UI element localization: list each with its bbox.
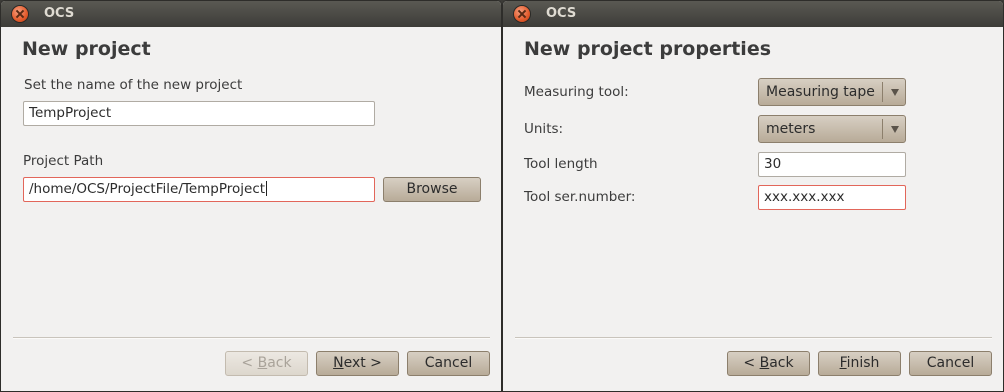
title-bar: OCS: [1, 1, 501, 27]
back-button[interactable]: < Back: [727, 351, 810, 376]
serial-number-value: xxx.xxx.xxx: [764, 189, 845, 205]
window-title: OCS: [546, 6, 577, 21]
tool-length-label: Tool length: [524, 156, 598, 172]
finish-button[interactable]: Finish: [818, 351, 901, 376]
window-title: OCS: [44, 6, 75, 21]
units-select[interactable]: meters: [758, 115, 906, 143]
close-icon[interactable]: [12, 6, 28, 22]
back-prefix: <: [241, 355, 258, 371]
project-properties-window: OCS New project properties Measuring too…: [502, 0, 1004, 392]
finish-mnemonic: F: [839, 355, 847, 371]
next-button[interactable]: Next >: [316, 351, 399, 376]
measuring-tool-label: Measuring tool:: [524, 84, 629, 100]
project-name-input[interactable]: TempProject: [23, 101, 375, 126]
project-path-label: Project Path: [23, 153, 104, 169]
chevron-down-icon: [891, 126, 899, 133]
cancel-button[interactable]: Cancel: [407, 351, 490, 376]
back-rest: ack: [769, 355, 794, 371]
serial-number-label: Tool ser.number:: [524, 189, 636, 205]
close-icon[interactable]: [514, 6, 530, 22]
page-title: New project properties: [524, 38, 772, 60]
tool-length-input[interactable]: 30: [758, 152, 906, 177]
measuring-tool-select[interactable]: Measuring tape: [758, 78, 906, 106]
page-title: New project: [22, 38, 151, 60]
serial-number-input[interactable]: xxx.xxx.xxx: [758, 185, 906, 210]
measuring-tool-value: Measuring tape: [766, 84, 875, 100]
combo-separator: [882, 82, 883, 102]
new-project-window: OCS New project Set the name of the new …: [0, 0, 502, 392]
project-path-input[interactable]: /home/OCS/ProjectFile/TempProject: [23, 177, 375, 202]
project-name-label: Set the name of the new project: [24, 77, 243, 93]
combo-separator: [882, 119, 883, 139]
finish-rest: inish: [846, 355, 880, 371]
next-rest: ext >: [343, 355, 382, 371]
tool-length-value: 30: [764, 156, 782, 172]
title-bar: OCS: [503, 1, 1003, 27]
cancel-button[interactable]: Cancel: [909, 351, 992, 376]
project-name-value: TempProject: [29, 105, 112, 121]
browse-button[interactable]: Browse: [383, 177, 481, 202]
next-mnemonic: N: [333, 355, 344, 371]
back-prefix: <: [743, 355, 760, 371]
back-rest: ack: [267, 355, 292, 371]
units-label: Units:: [524, 121, 564, 137]
units-value: meters: [766, 121, 816, 137]
divider: [515, 337, 992, 339]
back-mnemonic: B: [759, 355, 770, 371]
back-button[interactable]: < Back: [225, 351, 308, 376]
project-path-value: /home/OCS/ProjectFile/TempProject: [29, 181, 266, 197]
divider: [13, 337, 490, 339]
chevron-down-icon: [891, 89, 899, 96]
text-caret: [266, 181, 268, 196]
back-mnemonic: B: [257, 355, 268, 371]
